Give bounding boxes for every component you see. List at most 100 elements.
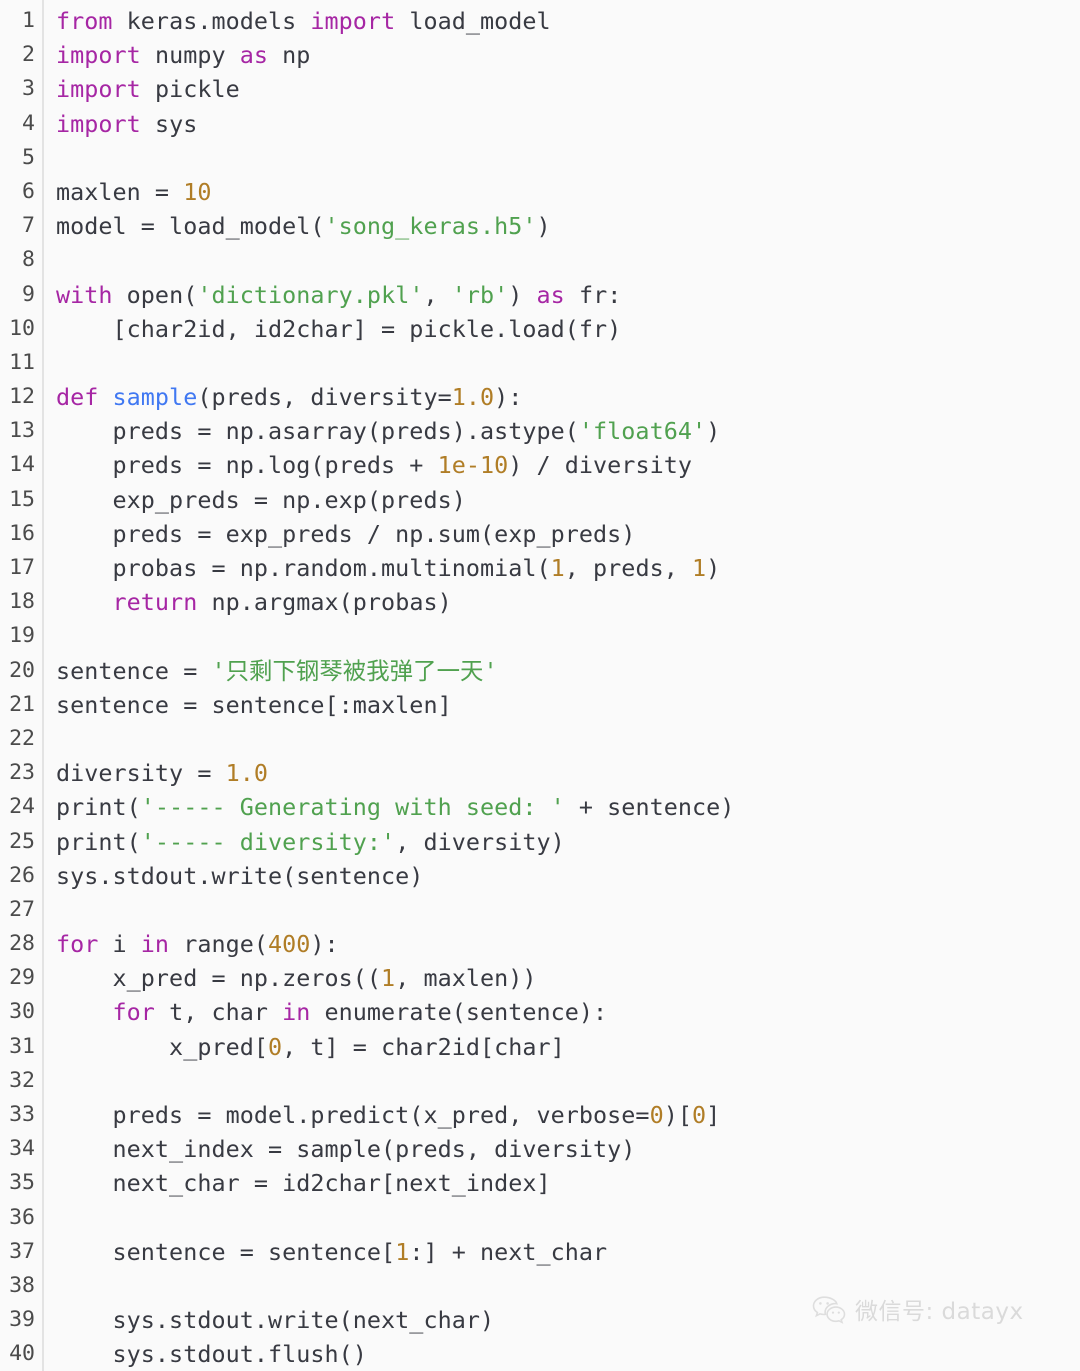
line-number: 29: [9, 965, 35, 991]
code-line[interactable]: model = load_model('song_keras.h5'): [56, 209, 1080, 243]
code-token-pl: next_char = id2char[next_index]: [56, 1169, 551, 1198]
code-token-str: 'dictionary.pkl': [197, 280, 424, 309]
code-line[interactable]: [56, 1201, 1080, 1235]
line-number: 31: [9, 1033, 35, 1059]
code-line[interactable]: [56, 1064, 1080, 1098]
code-line[interactable]: diversity = 1.0: [56, 756, 1080, 790]
code-line[interactable]: with open('dictionary.pkl', 'rb') as fr:: [56, 278, 1080, 312]
line-number: 2: [22, 42, 35, 68]
code-token-kw: from: [56, 7, 127, 35]
code-line[interactable]: [56, 722, 1080, 756]
code-screenshot: 1 2 3 4 5 6 7 8 9 10 11 12 13 14 15 16 17 18 19 20 21 22 23 24 2…: [0, 0, 1080, 1371]
code-token-pl: , diversity): [395, 827, 565, 856]
code-token-pl: preds = np.log(preds +: [56, 451, 438, 480]
line-number: 19: [9, 623, 35, 649]
code-line[interactable]: [56, 619, 1080, 653]
line-number: 13: [9, 418, 35, 444]
code-line[interactable]: exp_preds = np.exp(preds): [56, 483, 1080, 517]
code-line[interactable]: sentence = '只剩下钢琴被我弹了一天': [56, 654, 1080, 688]
code-token-pl: open(: [126, 280, 198, 309]
code-line[interactable]: [56, 141, 1080, 175]
code-line[interactable]: print('----- diversity:', diversity): [56, 825, 1080, 859]
code-line[interactable]: for i in range(400):: [56, 927, 1080, 961]
code-token-kw: in: [282, 998, 325, 1027]
code-line[interactable]: [56, 243, 1080, 277]
code-line[interactable]: [56, 346, 1080, 380]
code-line[interactable]: return np.argmax(probas): [56, 585, 1080, 619]
code-line[interactable]: probas = np.random.multinomial(1, preds,…: [56, 551, 1080, 585]
code-content-area[interactable]: from keras.models import load_model impor…: [44, 0, 1080, 1371]
code-line[interactable]: import pickle: [56, 72, 1080, 106]
code-token-pl: sys.stdout.write(next_char): [56, 1306, 495, 1335]
code-line[interactable]: for t, char in enumerate(sentence):: [56, 995, 1080, 1029]
code-line[interactable]: sentence = sentence[1:] + next_char: [56, 1235, 1080, 1269]
code-line[interactable]: sys.stdout.write(sentence): [56, 859, 1080, 893]
line-number: 35: [9, 1170, 35, 1196]
line-number: 11: [9, 349, 35, 375]
code-token-num: 1: [381, 964, 396, 993]
code-token-pl: [char2id, id2char] = pickle.load(fr): [56, 314, 622, 343]
code-line[interactable]: maxlen = 10: [56, 175, 1080, 209]
code-token-num: 1.0: [225, 759, 268, 788]
code-token-pl: sentence = sentence[:maxlen]: [56, 690, 452, 719]
code-token-pl: , t] = char2id[char]: [282, 1032, 565, 1061]
code-token-kw: return: [112, 588, 212, 617]
code-token-str: '----- Generating with seed: ': [140, 793, 565, 822]
code-line[interactable]: sys.stdout.flush(): [56, 1337, 1080, 1371]
code-token-pl: x_pred = np.zeros((: [56, 964, 382, 993]
code-token-pl: print(: [56, 827, 141, 856]
code-line[interactable]: preds = np.log(preds + 1e-10) / diversit…: [56, 448, 1080, 482]
code-token-str: '----- diversity:': [140, 827, 396, 856]
code-token-num: 0: [691, 1101, 707, 1129]
code-line[interactable]: [char2id, id2char] = pickle.load(fr): [56, 312, 1080, 346]
code-line[interactable]: import sys: [56, 107, 1080, 141]
line-number-gutter: 1 2 3 4 5 6 7 8 9 10 11 12 13 14 15 16 17 18 19 20 21 22 23 24 2…: [0, 0, 44, 1371]
code-token-pl: fr:: [578, 280, 622, 309]
code-line[interactable]: next_char = id2char[next_index]: [56, 1166, 1080, 1200]
line-number: 24: [9, 794, 35, 820]
code-token-pl: ): [536, 212, 551, 241]
line-number: 32: [9, 1067, 35, 1093]
code-line[interactable]: import numpy as np: [56, 38, 1080, 72]
code-token-kw: as: [536, 280, 579, 309]
code-token-pl: (preds, diversity=: [197, 383, 452, 412]
line-number: 23: [9, 760, 35, 786]
line-number: 3: [22, 76, 35, 102]
code-line[interactable]: next_index = sample(preds, diversity): [56, 1132, 1080, 1166]
line-number: 14: [9, 452, 35, 478]
code-line[interactable]: x_pred[0, t] = char2id[char]: [56, 1030, 1080, 1064]
code-token-pl: ,: [423, 280, 452, 309]
code-token-kw: for: [112, 998, 170, 1027]
code-token-pl: preds = model.predict(x_pred, verbose=: [56, 1101, 650, 1129]
code-token-pl: enumerate(sentence):: [324, 998, 608, 1027]
code-token-pl: sentence =: [56, 656, 212, 685]
line-number: 38: [9, 1272, 35, 1298]
line-number: 28: [9, 931, 35, 957]
code-line[interactable]: [56, 1269, 1080, 1303]
line-number: 7: [22, 213, 35, 239]
code-line[interactable]: sys.stdout.write(next_char): [56, 1303, 1080, 1337]
line-number: 33: [9, 1102, 35, 1127]
code-token-num: 1.0: [451, 383, 495, 412]
code-line[interactable]: sentence = sentence[:maxlen]: [56, 688, 1080, 722]
line-number: 40: [9, 1341, 35, 1367]
code-line[interactable]: print('----- Generating with seed: ' + s…: [56, 790, 1080, 824]
code-line[interactable]: [56, 893, 1080, 927]
code-line[interactable]: preds = model.predict(x_pred, verbose=0)…: [56, 1098, 1080, 1132]
code-token-pl: load_model: [409, 7, 551, 35]
code-line[interactable]: preds = exp_preds / np.sum(exp_preds): [56, 517, 1080, 551]
code-token-kw: with: [56, 280, 127, 309]
line-number: 36: [9, 1204, 35, 1230]
code-token-pl: , preds,: [564, 554, 692, 582]
code-token-pl: :] + next_char: [409, 1237, 608, 1266]
code-token-num: 1: [395, 1237, 410, 1266]
code-token-num: 1: [550, 554, 565, 582]
code-line[interactable]: x_pred = np.zeros((1, maxlen)): [56, 961, 1080, 995]
code-line[interactable]: def sample(preds, diversity=1.0):: [56, 380, 1080, 414]
code-token-pl: numpy: [154, 41, 240, 70]
code-token-pl: pickle: [154, 75, 240, 104]
code-line[interactable]: from keras.models import load_model: [56, 4, 1080, 38]
code-line[interactable]: preds = np.asarray(preds).astype('float6…: [56, 414, 1080, 448]
code-token-pl: model = load_model(: [56, 212, 325, 241]
